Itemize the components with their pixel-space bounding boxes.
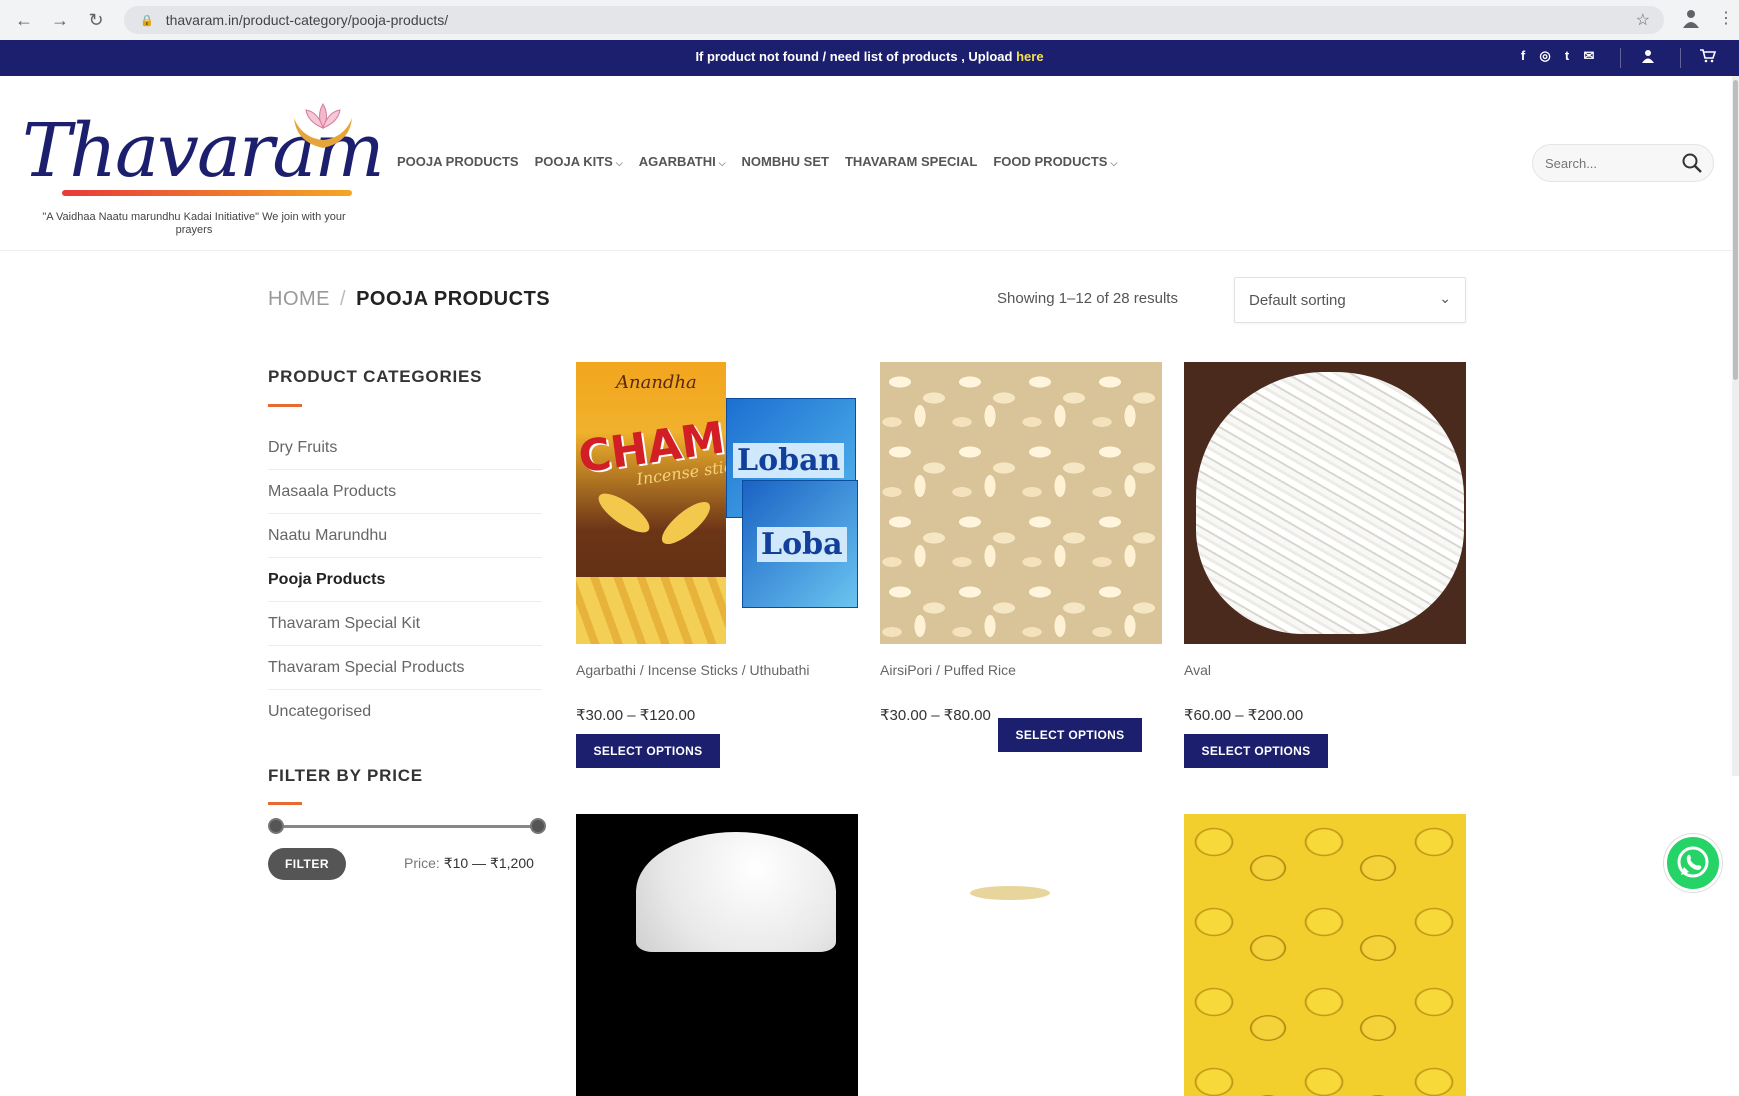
facebook-icon[interactable]: f (1516, 49, 1530, 63)
search-input[interactable] (1545, 153, 1675, 173)
back-icon[interactable]: ← (12, 8, 36, 32)
url-text: thavaram.in/product-category/pooja-produ… (165, 12, 449, 28)
profile-icon[interactable] (1682, 8, 1702, 30)
category-dry-fruits[interactable]: Dry Fruits (268, 426, 542, 470)
site-logo[interactable]: Thavaram (22, 86, 385, 216)
chips-shape (576, 577, 726, 644)
site-header: Thavaram "A Vaidhaa Naatu marundhu Kadai… (0, 76, 1739, 251)
chevron-down-icon: ⌵ (615, 158, 623, 168)
category-thavaram-special-kit[interactable]: Thavaram Special Kit (268, 602, 542, 646)
announcement-bar: If product not found / need list of prod… (0, 40, 1739, 76)
breadcrumb-separator: / (340, 288, 347, 310)
kebab-menu-icon[interactable]: ⋮ (1718, 8, 1734, 28)
chevron-down-icon: ⌵ (1110, 158, 1118, 168)
reload-icon[interactable]: ↻ (84, 8, 108, 32)
category-naatu-marundhu[interactable]: Naatu Marundhu (268, 514, 542, 558)
poha-pile (1196, 372, 1464, 634)
logo-swoosh (62, 190, 352, 196)
divider (1680, 48, 1681, 68)
chevron-down-icon: ⌵ (718, 158, 726, 168)
nav-item-nombhu-set[interactable]: NOMBHU SET (742, 154, 829, 169)
loban-box: Loba (742, 480, 858, 608)
whatsapp-chat-button[interactable] (1664, 834, 1722, 892)
forward-icon[interactable]: → (48, 8, 72, 32)
cotton-shape (636, 832, 836, 952)
camphor-shape (970, 886, 1050, 900)
lock-icon: 🔒 (140, 14, 154, 27)
product-image[interactable] (1184, 362, 1466, 644)
account-icon[interactable] (1641, 49, 1655, 66)
announcement-text: If product not found / need list of prod… (695, 49, 1044, 64)
upload-here-link[interactable]: here (1016, 49, 1043, 64)
product-image[interactable]: Anandha CHAMP Incense sticks Loban Loba (576, 362, 858, 644)
whatsapp-icon (1677, 846, 1709, 878)
filter-button[interactable]: FILTER (268, 848, 346, 880)
results-count: Showing 1–12 of 28 results (997, 290, 1178, 307)
nav-item-pooja-kits[interactable]: POOJA KITS ⌵ (535, 154, 623, 169)
social-links: f ◎ t ✉ (1516, 49, 1596, 63)
product-image[interactable] (880, 362, 1162, 644)
sorting-value: Default sorting (1249, 292, 1346, 309)
product-price: ₹60.00 – ₹200.00 (1184, 707, 1304, 724)
product-name[interactable]: Agarbathi / Incense Sticks / Uthubathi (576, 660, 836, 680)
email-icon[interactable]: ✉ (1582, 49, 1596, 63)
breadcrumb-home[interactable]: HOME (268, 288, 330, 310)
price-slider-max-handle[interactable] (530, 818, 546, 834)
select-options-button[interactable]: SELECT OPTIONS (576, 734, 720, 768)
product-name[interactable]: AirsiPori / Puffed Rice (880, 660, 1140, 680)
champ-brand-text: Anandha (616, 372, 697, 393)
main-navigation: POOJA PRODUCTS POOJA KITS ⌵ AGARBATHI ⌵ NO… (397, 154, 1117, 169)
site-tagline: "A Vaidhaa Naatu marundhu Kadai Initiati… (42, 211, 346, 236)
heading-underline (268, 404, 302, 407)
cart-icon[interactable] (1700, 49, 1717, 66)
search-icon[interactable] (1681, 152, 1703, 174)
select-options-button[interactable]: SELECT OPTIONS (1184, 734, 1328, 768)
address-bar[interactable]: 🔒 thavaram.in/product-category/pooja-pro… (124, 6, 1664, 34)
price-slider-track[interactable] (276, 825, 540, 828)
breadcrumb-current: POOJA PRODUCTS (356, 288, 551, 310)
category-uncategorised[interactable]: Uncategorised (268, 690, 542, 734)
page-scrollbar-thumb[interactable] (1733, 80, 1738, 380)
price-range-label: Price: ₹10 — ₹1,200 (404, 855, 534, 871)
chevron-down-icon: ⌄ (1439, 290, 1451, 306)
lotus-hands-emblem-icon (294, 103, 352, 148)
product-image[interactable] (1184, 814, 1466, 1096)
category-pooja-products[interactable]: Pooja Products (268, 558, 542, 602)
filter-heading: FILTER BY PRICE (268, 766, 423, 785)
product-price: ₹30.00 – ₹120.00 (576, 707, 696, 724)
product-name[interactable]: Aval (1184, 660, 1444, 680)
loban-label: Loban (733, 443, 845, 478)
bookmark-star-icon[interactable]: ☆ (1636, 10, 1650, 30)
sorting-select[interactable]: Default sorting ⌄ (1234, 277, 1466, 323)
twitter-icon[interactable]: t (1560, 49, 1574, 63)
nav-item-thavaram-special[interactable]: THAVARAM SPECIAL (845, 154, 977, 169)
product-image[interactable] (880, 814, 1162, 1096)
select-options-button[interactable]: SELECT OPTIONS (998, 718, 1142, 752)
product-image[interactable] (576, 814, 858, 1096)
nav-item-food-products[interactable]: FOOD PRODUCTS ⌵ (993, 154, 1117, 169)
nav-item-agarbathi[interactable]: AGARBATHI ⌵ (639, 154, 726, 169)
category-masaala-products[interactable]: Masaala Products (268, 470, 542, 514)
category-thavaram-special-products[interactable]: Thavaram Special Products (268, 646, 542, 690)
breadcrumb: HOME / POOJA PRODUCTS (268, 288, 550, 311)
search-box (1532, 144, 1714, 182)
browser-toolbar: ← → ↻ 🔒 thavaram.in/product-category/poo… (0, 0, 1739, 40)
divider (1620, 48, 1621, 68)
instagram-icon[interactable]: ◎ (1538, 49, 1552, 63)
loban-label: Loba (757, 527, 847, 562)
categories-heading: PRODUCT CATEGORIES (268, 367, 483, 386)
price-slider-min-handle[interactable] (268, 818, 284, 834)
heading-underline (268, 802, 302, 805)
product-price: ₹30.00 – ₹80.00 (880, 707, 991, 724)
nav-item-pooja-products[interactable]: POOJA PRODUCTS (397, 154, 519, 169)
category-list: Dry Fruits Masaala Products Naatu Marund… (268, 426, 542, 734)
